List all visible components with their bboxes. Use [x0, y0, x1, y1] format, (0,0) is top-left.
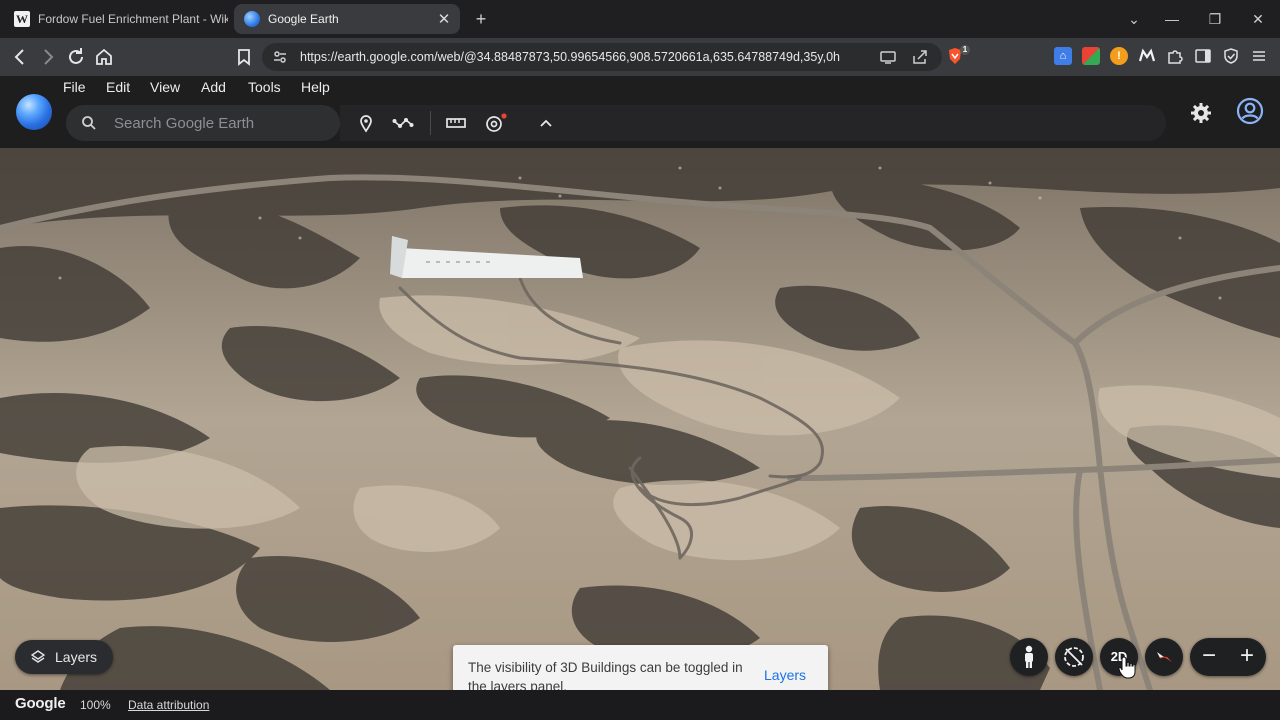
- close-window-button[interactable]: ✕: [1244, 6, 1272, 32]
- data-attribution-link[interactable]: Data attribution: [128, 698, 209, 712]
- menu-help[interactable]: Help: [301, 79, 330, 95]
- vpn-shield-icon[interactable]: [1222, 47, 1240, 65]
- pegman-street-view-button[interactable]: [1010, 638, 1048, 676]
- tab-close-icon[interactable]: ✕: [432, 10, 456, 28]
- menu-edit[interactable]: Edit: [106, 79, 130, 95]
- search-input[interactable]: [114, 105, 324, 141]
- settings-gear-icon[interactable]: [1188, 100, 1214, 126]
- tab-list-chevron-icon[interactable]: ⌄: [1120, 6, 1148, 32]
- account-avatar-icon[interactable]: [1236, 97, 1264, 125]
- historical-imagery-icon[interactable]: [483, 113, 509, 133]
- reset-tilt-button[interactable]: [1055, 638, 1093, 676]
- earth-toolbar: [340, 105, 1166, 141]
- site-settings-icon[interactable]: [270, 47, 290, 67]
- hand-pointer-cursor-icon: [1118, 656, 1136, 679]
- forward-button[interactable]: [36, 45, 60, 69]
- google-earth-logo[interactable]: [16, 94, 52, 130]
- extensions-puzzle-icon[interactable]: [1166, 47, 1184, 65]
- home-icon: [96, 48, 112, 65]
- tab-google-earth[interactable]: Google Earth ✕: [234, 4, 460, 34]
- zoom-controls: − +: [1190, 638, 1266, 676]
- restore-window-button[interactable]: ❐: [1201, 6, 1229, 32]
- minimize-window-button[interactable]: —: [1158, 6, 1186, 32]
- add-placemark-icon[interactable]: [355, 113, 377, 133]
- satellite-imagery: [0, 148, 1280, 690]
- zoom-level-readout: 100%: [80, 698, 111, 712]
- url-text[interactable]: https://earth.google.com/web/@34.8848787…: [300, 43, 840, 71]
- layers-label: Layers: [55, 649, 98, 665]
- tilt-off-icon: [1064, 647, 1084, 667]
- compass-button[interactable]: [1145, 638, 1183, 676]
- chevron-up-icon[interactable]: [535, 113, 557, 133]
- cast-icon[interactable]: [878, 47, 898, 67]
- draw-path-icon[interactable]: [392, 113, 414, 133]
- address-bar[interactable]: https://earth.google.com/web/@34.8848787…: [262, 43, 942, 71]
- forward-arrow-icon: [44, 49, 54, 65]
- toolbar-divider: [430, 111, 431, 135]
- pegman-icon: [1025, 645, 1033, 668]
- home-button[interactable]: [92, 45, 116, 69]
- back-arrow-icon: [14, 49, 24, 65]
- wikipedia-w-icon: W: [14, 11, 30, 27]
- search-bar[interactable]: [66, 105, 340, 141]
- extension-badge: 1: [960, 45, 970, 55]
- menu-file[interactable]: File: [63, 79, 86, 95]
- status-bar: Google 100% Data attribution: [0, 690, 1280, 720]
- browser-menu-icon[interactable]: [1250, 47, 1268, 65]
- layers-icon: [31, 650, 45, 663]
- bookmark-button[interactable]: [232, 45, 256, 69]
- tab-title: Google Earth: [268, 12, 339, 26]
- menu-view[interactable]: View: [150, 79, 180, 95]
- tab-wikipedia[interactable]: W Fordow Fuel Enrichment Plant - Wiki: [8, 4, 228, 34]
- search-icon: [82, 116, 96, 130]
- browser-toolbar: https://earth.google.com/web/@34.8848787…: [0, 38, 1280, 76]
- google-wordmark: Google: [15, 695, 66, 712]
- bookmark-icon: [238, 49, 250, 66]
- earth-3d-viewport[interactable]: [0, 148, 1280, 690]
- back-button[interactable]: [8, 45, 32, 69]
- color-extension-icon[interactable]: [1082, 47, 1100, 65]
- reload-button[interactable]: [64, 45, 88, 69]
- browser-tab-strip: W Fordow Fuel Enrichment Plant - Wiki Go…: [0, 0, 1280, 38]
- menu-tools[interactable]: Tools: [248, 79, 281, 95]
- sidebar-toggle-icon[interactable]: [1194, 47, 1212, 65]
- layers-button[interactable]: Layers: [15, 640, 113, 674]
- toast-layers-link[interactable]: Layers: [764, 667, 806, 683]
- zoom-in-button[interactable]: +: [1228, 638, 1266, 676]
- bitwarden-extension-icon[interactable]: ⌂: [1054, 47, 1072, 65]
- mercury-extension-icon[interactable]: [1138, 47, 1156, 65]
- coin-extension-icon[interactable]: !: [1110, 47, 1128, 65]
- earth-app-bar: File Edit View Add Tools Help: [0, 76, 1280, 148]
- new-tab-button[interactable]: +: [470, 8, 492, 30]
- menu-add[interactable]: Add: [201, 79, 226, 95]
- reload-icon: [69, 48, 83, 64]
- measure-ruler-icon[interactable]: [445, 113, 467, 133]
- share-icon[interactable]: [910, 47, 930, 67]
- tab-title: Fordow Fuel Enrichment Plant - Wiki: [38, 12, 228, 26]
- compass-needle-icon: [1157, 652, 1172, 662]
- zoom-out-button[interactable]: −: [1190, 638, 1228, 676]
- google-earth-icon: [244, 11, 260, 27]
